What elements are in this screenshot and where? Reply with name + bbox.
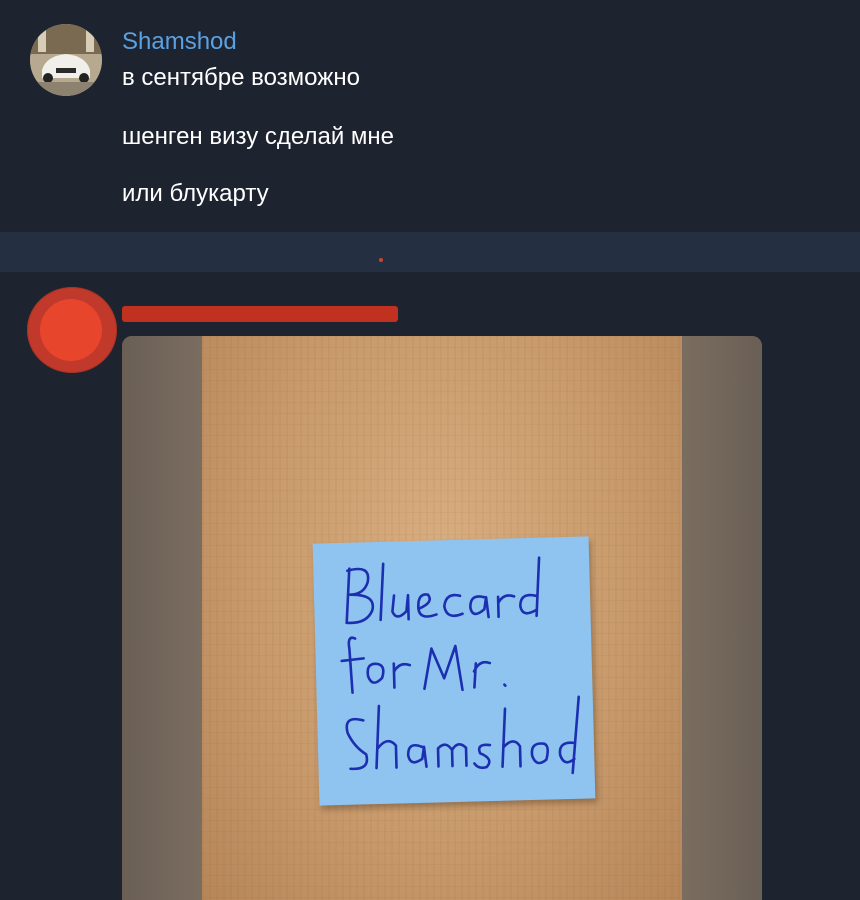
sender-name[interactable]: Shamshod	[122, 28, 237, 56]
message-text: шенген визу сделай мне	[122, 123, 394, 150]
car-photo-icon	[30, 24, 102, 96]
chat-history: Shamshod в сентябре возможно шенген визу…	[0, 0, 860, 900]
message-group: Shamshod в сентябре возможно шенген визу…	[0, 0, 860, 232]
redacted-sender-name	[122, 306, 398, 322]
photo-attachment[interactable]	[122, 336, 762, 900]
photo-blur-left	[122, 336, 202, 900]
message-text: в сентябре возможно	[122, 64, 360, 91]
redacted-avatar-inner	[40, 299, 102, 361]
photo-blur-right	[682, 336, 762, 900]
redacted-avatar[interactable]	[27, 287, 117, 373]
separator-dot	[379, 258, 383, 262]
sticky-note	[312, 536, 596, 806]
handwriting-signature	[340, 556, 581, 775]
photo-image	[202, 336, 682, 900]
message-separator	[0, 232, 860, 272]
message-text: или блукарту	[122, 180, 269, 207]
avatar[interactable]	[30, 24, 102, 96]
